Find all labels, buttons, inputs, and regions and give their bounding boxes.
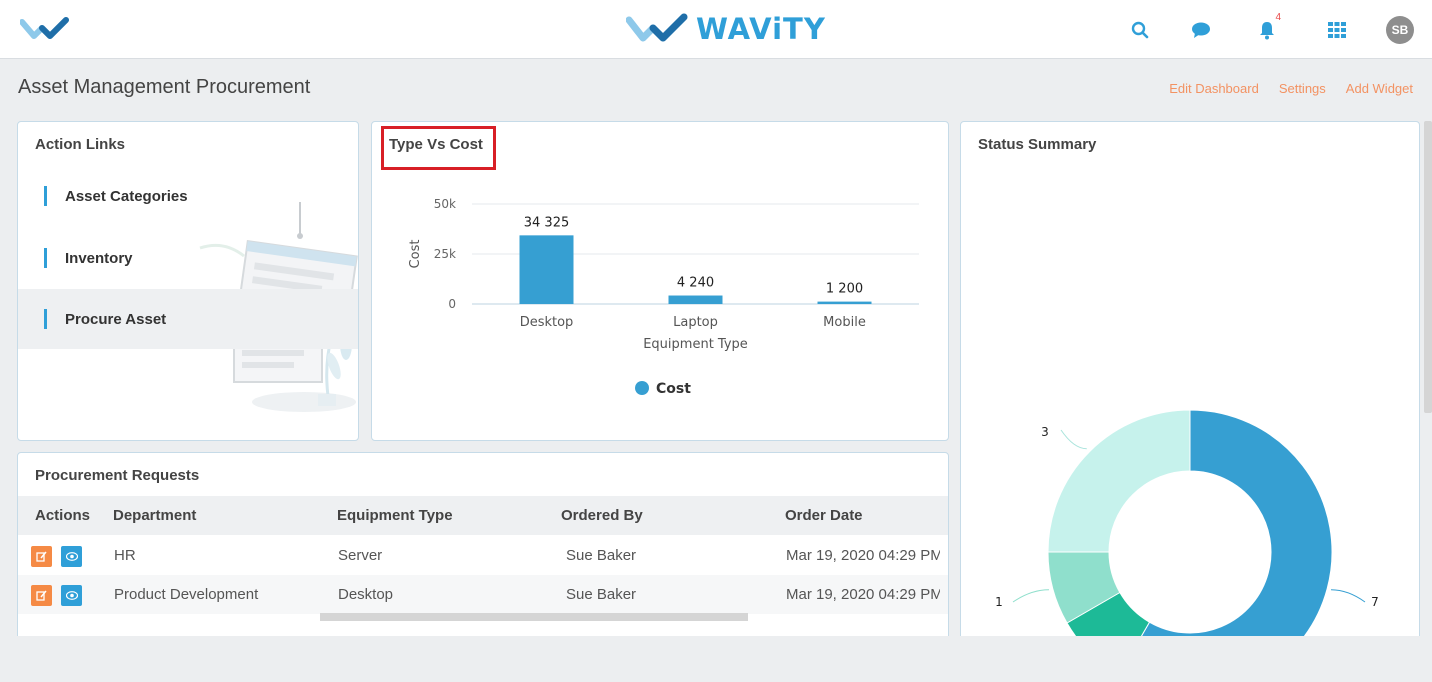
bar-data-label: 34 325 <box>524 215 570 230</box>
edit-dashboard-link[interactable]: Edit Dashboard <box>1169 81 1259 96</box>
x-tick-label: Mobile <box>823 315 866 330</box>
bar-data-label: 1 200 <box>826 282 863 297</box>
edit-icon[interactable] <box>31 546 52 567</box>
procurement-requests-card: Procurement Requests Actions Department … <box>17 452 949 652</box>
action-link-inventory[interactable]: Inventory <box>18 228 358 288</box>
bar-data-label: 4 240 <box>677 276 714 291</box>
card-title: Action Links <box>35 136 126 153</box>
link-label: Asset Categories <box>65 187 188 205</box>
bell-icon[interactable]: 4 <box>1255 12 1281 42</box>
column-header-equipment-type[interactable]: Equipment Type <box>337 496 453 535</box>
type-vs-cost-card: Type Vs Cost 0 25k 50k Cost 34 325 Desktop 4 2… <box>371 121 949 441</box>
horizontal-scrollbar[interactable] <box>320 613 748 621</box>
y-tick-label: 50k <box>434 197 456 211</box>
vertical-scrollbar[interactable] <box>1424 121 1432 413</box>
wavity-check-logo-icon <box>626 13 688 42</box>
cell-order-date: Mar 19, 2020 04:29 PM <box>786 586 940 603</box>
chat-icon[interactable] <box>1189 18 1213 42</box>
page-title: Asset Management Procurement <box>18 76 311 98</box>
cell-department: Product Development <box>114 586 259 603</box>
action-links-card: Action Links Asset Categories Inventory … <box>17 121 359 441</box>
slice-leader-line <box>1012 589 1049 603</box>
cell-equipment-type: Desktop <box>338 586 394 603</box>
edit-icon[interactable] <box>31 585 52 606</box>
action-link-asset-categories[interactable]: Asset Categories <box>18 166 358 226</box>
view-eye-icon[interactable] <box>61 546 82 567</box>
action-link-procure-asset[interactable]: Procure Asset <box>18 289 358 349</box>
table-title: Procurement Requests <box>35 467 200 484</box>
slice-leader-line <box>1060 429 1087 450</box>
column-header-ordered-by[interactable]: Ordered By <box>561 496 643 535</box>
bar-mobile[interactable] <box>817 301 872 304</box>
notification-badge: 4 <box>1275 12 1281 23</box>
table-row: Product Development Desktop Sue Baker Ma… <box>18 575 948 614</box>
bar-laptop[interactable] <box>668 295 723 304</box>
search-icon[interactable] <box>1128 18 1152 42</box>
link-label: Procure Asset <box>65 310 167 328</box>
x-tick-label: Desktop <box>520 315 574 330</box>
donut-slice[interactable] <box>1047 409 1191 553</box>
column-header-actions[interactable]: Actions <box>35 496 90 535</box>
table-header: Actions Department Equipment Type Ordere… <box>18 496 948 535</box>
status-summary-chart: 7 1 3 <box>995 409 1379 638</box>
user-avatar[interactable]: SB <box>1386 16 1414 44</box>
slice-label: 1 <box>995 595 1003 609</box>
cell-ordered-by: Sue Baker <box>566 586 637 603</box>
slice-leader-line <box>1331 589 1366 603</box>
cell-department: HR <box>114 547 136 564</box>
y-tick-label: 25k <box>434 247 456 261</box>
dashboard-actions: Edit Dashboard Settings Add Widget <box>1169 81 1413 96</box>
cell-ordered-by: Sue Baker <box>566 547 637 564</box>
settings-link[interactable]: Settings <box>1279 81 1326 96</box>
wavity-logo-icon[interactable] <box>19 16 76 47</box>
slice-label: 3 <box>1041 425 1049 439</box>
type-vs-cost-chart: 0 25k 50k Cost 34 325 Desktop 4 240 Laptop 1 200… <box>408 197 919 397</box>
brand-name: WAViTY <box>696 12 826 46</box>
legend-marker[interactable] <box>635 381 649 395</box>
link-marker <box>44 248 47 268</box>
view-eye-icon[interactable] <box>61 585 82 606</box>
bar-desktop[interactable] <box>519 235 574 304</box>
apps-grid-icon[interactable] <box>1325 18 1349 42</box>
y-axis-label: Cost <box>408 240 423 269</box>
column-header-department[interactable]: Department <box>113 496 196 535</box>
slice-label: 7 <box>1371 595 1379 609</box>
link-marker <box>44 186 47 206</box>
cell-order-date: Mar 19, 2020 04:29 PM <box>786 547 940 564</box>
link-marker <box>44 309 47 329</box>
top-bar: WAViTY 4 SB <box>0 0 1432 59</box>
column-header-order-date[interactable]: Order Date <box>785 496 863 535</box>
status-summary-card: Status Summary 713 <box>960 121 1420 651</box>
page-footer-area <box>0 636 1432 682</box>
add-widget-link[interactable]: Add Widget <box>1346 81 1413 96</box>
brand-logo[interactable]: WAViTY <box>626 12 826 46</box>
cell-equipment-type: Server <box>338 547 383 564</box>
link-label: Inventory <box>65 249 133 267</box>
x-axis-label: Equipment Type <box>643 337 748 352</box>
x-tick-label: Laptop <box>673 315 718 330</box>
y-tick-label: 0 <box>448 297 456 311</box>
table-row: HR Server Sue Baker Mar 19, 2020 04:29 P… <box>18 536 948 575</box>
legend-label[interactable]: Cost <box>656 381 691 397</box>
